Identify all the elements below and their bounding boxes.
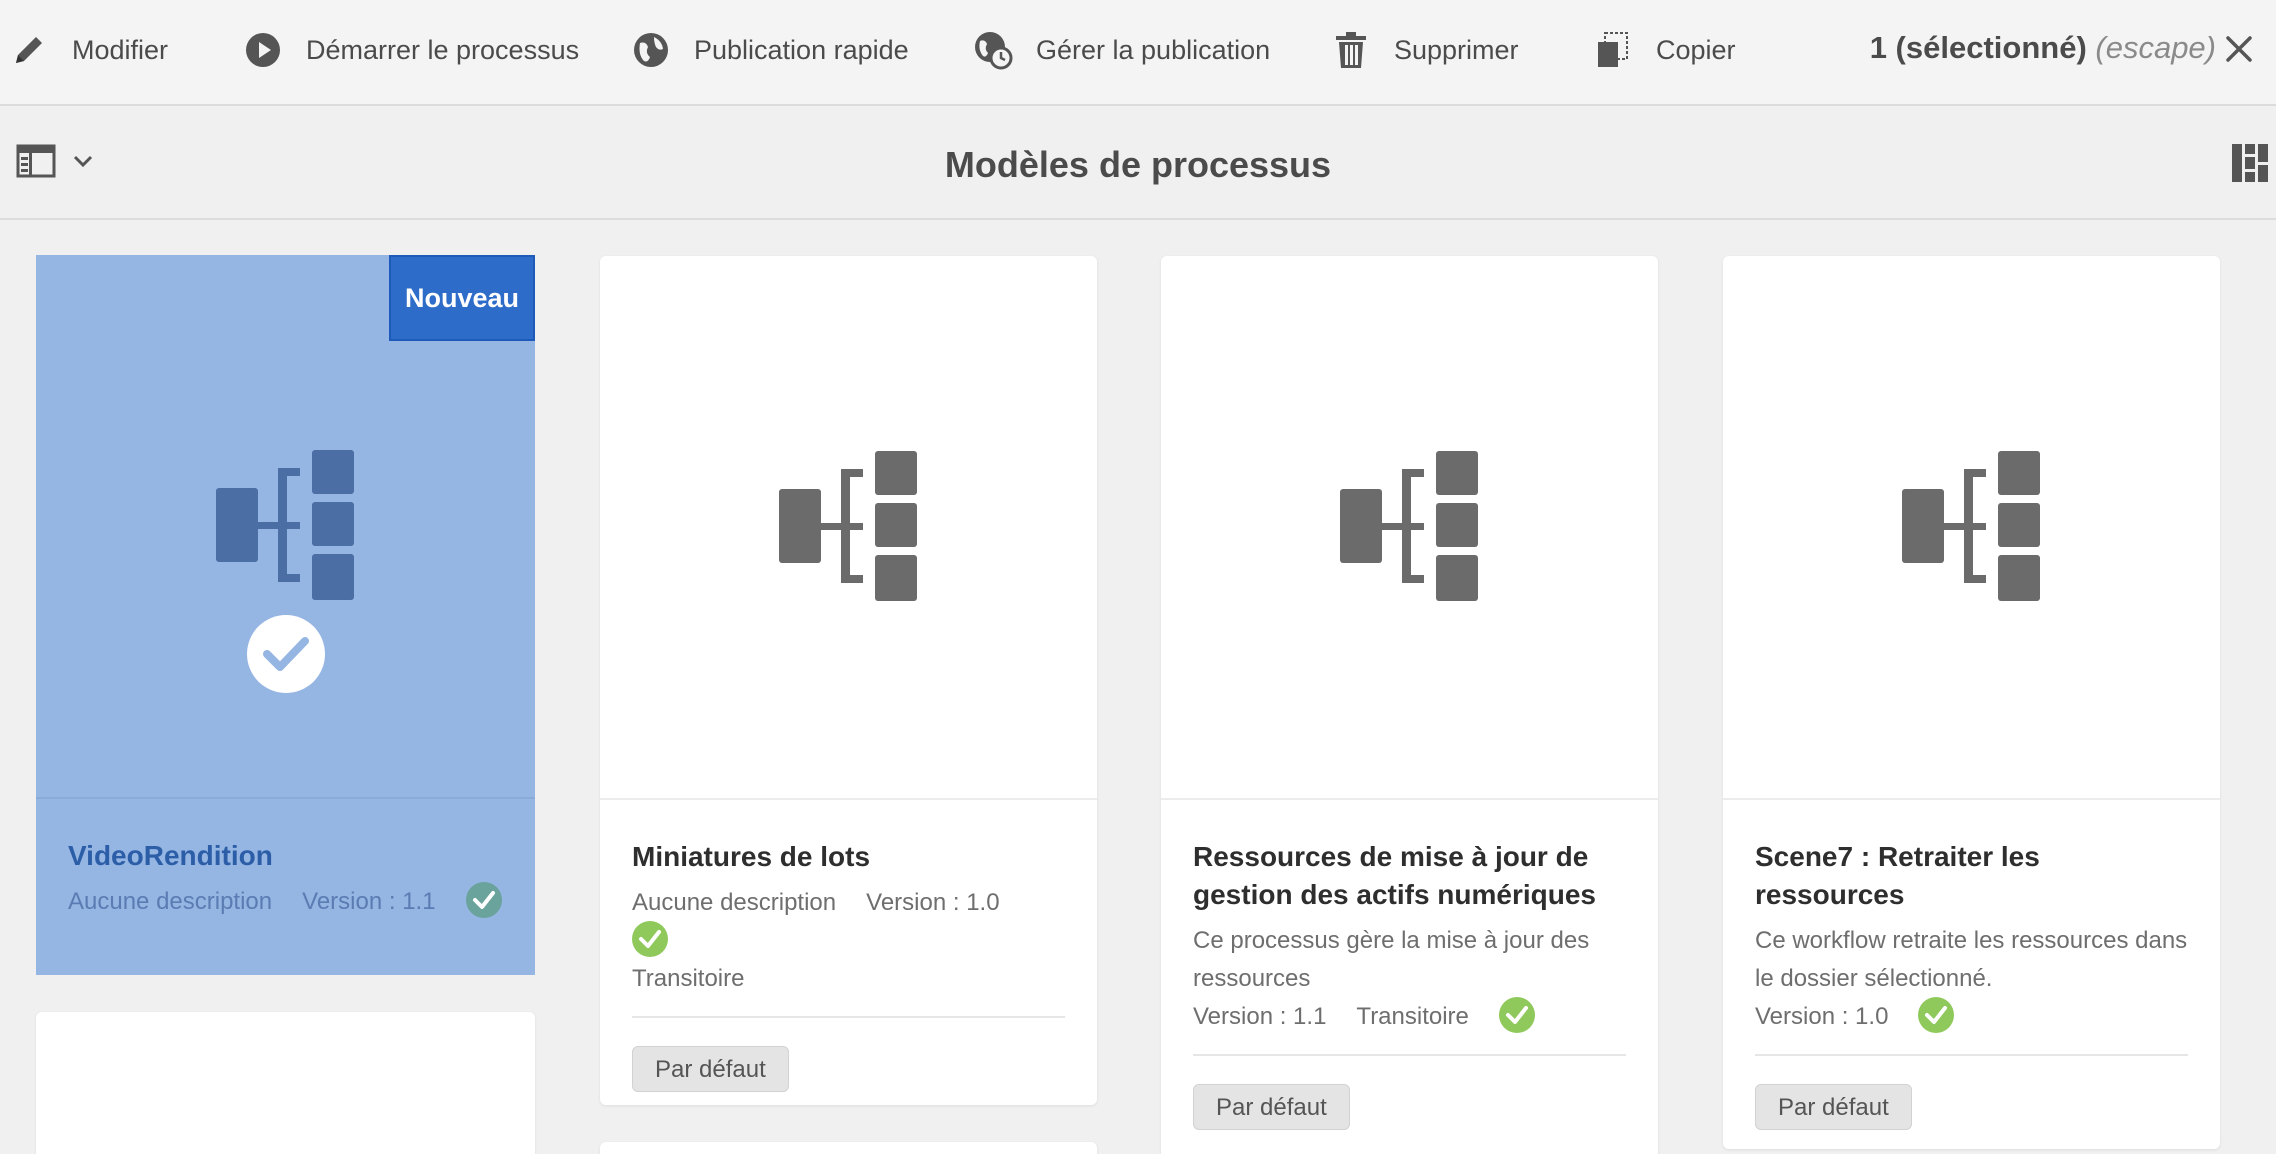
card-thumbnail	[1161, 256, 1658, 800]
card-version: Version : 1.1	[1193, 1003, 1327, 1030]
default-tag[interactable]: Par défaut	[632, 1046, 789, 1092]
card-info: VideoRendition Aucune description Version…	[68, 837, 503, 921]
delete-button[interactable]: Supprimer	[1330, 24, 1519, 76]
enabled-check-icon	[1498, 996, 1535, 1033]
card-title: Miniatures de lots	[632, 841, 871, 872]
card-view-icon	[2232, 144, 2268, 182]
start-workflow-button[interactable]: Démarrer le processus	[242, 24, 579, 76]
globe-clock-icon	[972, 29, 1014, 71]
workflow-card[interactable]: Scene7 : Retraiter les ressources Ce wor…	[1723, 256, 2220, 1149]
card-info: Scene7 : Retraiter les ressources Ce wor…	[1755, 838, 2188, 1130]
card-title: VideoRendition	[68, 840, 273, 871]
default-tag[interactable]: Par défaut	[1755, 1084, 1912, 1130]
workflow-card[interactable]: Miniatures de lots Aucune description Ver…	[600, 256, 1097, 1105]
enabled-check-icon	[1918, 996, 1955, 1033]
card-thumbnail	[1723, 256, 2220, 800]
card-meta: Ce workflow retraite les ressources dans…	[1755, 922, 2188, 1036]
escape-hint: (escape)	[2095, 30, 2216, 65]
copy-label: Copier	[1656, 34, 1736, 65]
workflow-card[interactable]	[36, 1012, 535, 1154]
card-info: Miniatures de lots Aucune description Ver…	[632, 838, 1065, 1092]
card-description: Ce workflow retraite les ressources dans…	[1755, 927, 2188, 992]
action-bar: Modifier Démarrer le processus Publicati…	[0, 0, 2276, 106]
title-bar: Modèles de processus	[0, 108, 2276, 220]
card-version: Version : 1.0	[1755, 1003, 1889, 1030]
selection-count: 1 (sélectionné) (escape)	[1870, 30, 2216, 66]
manage-publication-label: Gérer la publication	[1036, 34, 1271, 65]
card-title: Ressources de mise à jour de gestion des…	[1193, 841, 1596, 910]
globe-icon	[630, 29, 672, 71]
card-thumbnail: Nouveau	[36, 255, 535, 799]
start-workflow-label: Démarrer le processus	[306, 34, 580, 65]
page-title: Modèles de processus	[944, 144, 1332, 185]
workflow-model-icon	[215, 450, 354, 600]
card-meta: Ce processus gère la mise à jour des res…	[1193, 922, 1626, 1036]
view-toggle-button[interactable]	[2232, 144, 2272, 184]
card-status: Transitoire	[1356, 1003, 1469, 1030]
delete-label: Supprimer	[1394, 34, 1519, 65]
selection-count-label: 1 (sélectionné)	[1869, 30, 2087, 65]
enabled-check-icon	[465, 881, 502, 918]
workflow-card[interactable]: Nouveau VideoRendition Aucune descriptio…	[36, 255, 535, 975]
play-circle-icon	[242, 29, 284, 71]
pencil-icon	[8, 29, 50, 71]
card-info: Ressources de mise à jour de gestion des…	[1193, 838, 1626, 1130]
card-title: Scene7 : Retraiter les ressources	[1755, 841, 2040, 910]
card-divider	[632, 1016, 1065, 1018]
manage-publication-button[interactable]: Gérer la publication	[972, 24, 1270, 76]
card-description: Aucune description	[632, 889, 837, 916]
card-version: Version : 1.1	[302, 888, 436, 915]
quick-publish-button[interactable]: Publication rapide	[630, 24, 909, 76]
card-description: Ce processus gère la mise à jour des res…	[1193, 927, 1590, 992]
workflow-model-icon	[1339, 451, 1478, 601]
card-meta: Aucune description Version : 1.0 Transito…	[632, 884, 1065, 998]
copy-button[interactable]: Copier	[1592, 24, 1736, 76]
modifier-label: Modifier	[72, 34, 169, 65]
default-tag[interactable]: Par défaut	[1193, 1084, 1350, 1130]
close-icon	[2226, 36, 2252, 62]
trash-icon	[1330, 29, 1372, 71]
card-status: Transitoire	[632, 965, 745, 992]
workflow-model-icon	[778, 451, 917, 601]
selected-check-icon	[246, 615, 325, 693]
card-divider	[1755, 1054, 2188, 1056]
modifier-button[interactable]: Modifier	[8, 24, 168, 76]
card-version: Version : 1.0	[866, 889, 1000, 916]
copy-icon	[1592, 29, 1634, 71]
workflow-card[interactable]	[600, 1142, 1097, 1154]
quick-publish-label: Publication rapide	[694, 34, 909, 65]
workflow-model-icon	[1901, 451, 2040, 601]
enabled-check-icon	[632, 920, 668, 957]
card-thumbnail	[600, 256, 1097, 800]
card-divider	[1193, 1054, 1626, 1056]
card-meta: Aucune description Version : 1.1	[68, 881, 503, 921]
new-badge: Nouveau	[389, 255, 535, 341]
workflow-card[interactable]: Ressources de mise à jour de gestion des…	[1161, 256, 1658, 1154]
close-selection-button[interactable]	[2216, 26, 2262, 72]
card-description: Aucune description	[68, 888, 273, 915]
